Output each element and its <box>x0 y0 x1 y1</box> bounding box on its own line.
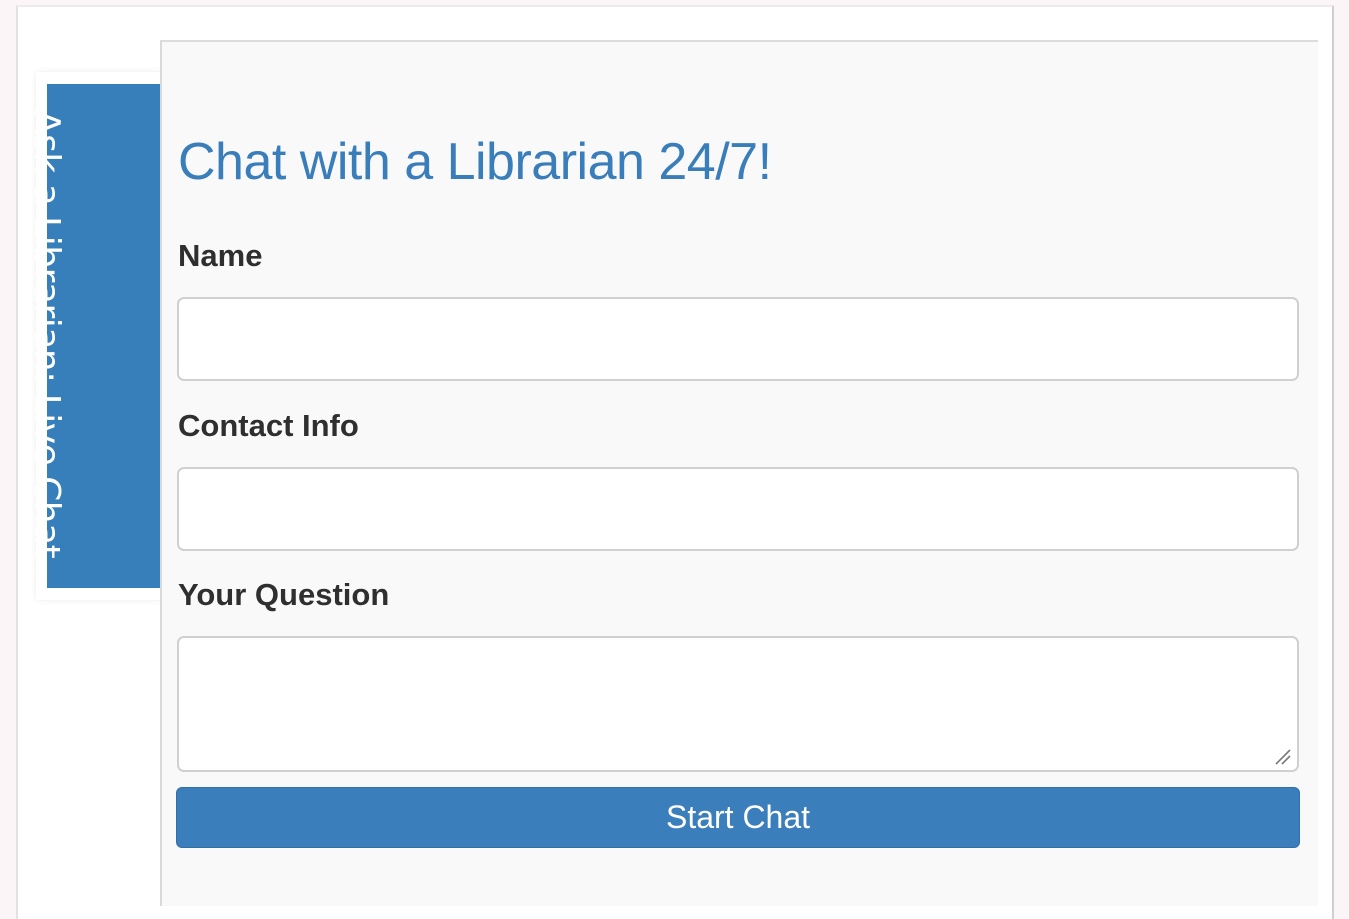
your-question-label: Your Question <box>178 577 390 612</box>
your-question-textarea[interactable] <box>177 636 1299 772</box>
contact-info-label: Contact Info <box>178 408 359 443</box>
live-chat-tab-label: Ask a Librarian: Live Chat <box>26 110 67 559</box>
resize-grip-icon[interactable] <box>1272 746 1292 766</box>
contact-info-input[interactable] <box>177 467 1299 551</box>
live-chat-tab[interactable]: Ask a Librarian: Live Chat <box>26 84 162 588</box>
form-title: Chat with a Librarian 24/7! <box>178 133 772 191</box>
name-label: Name <box>178 238 263 273</box>
name-input[interactable] <box>177 297 1299 381</box>
start-chat-button[interactable]: Start Chat <box>176 787 1300 848</box>
